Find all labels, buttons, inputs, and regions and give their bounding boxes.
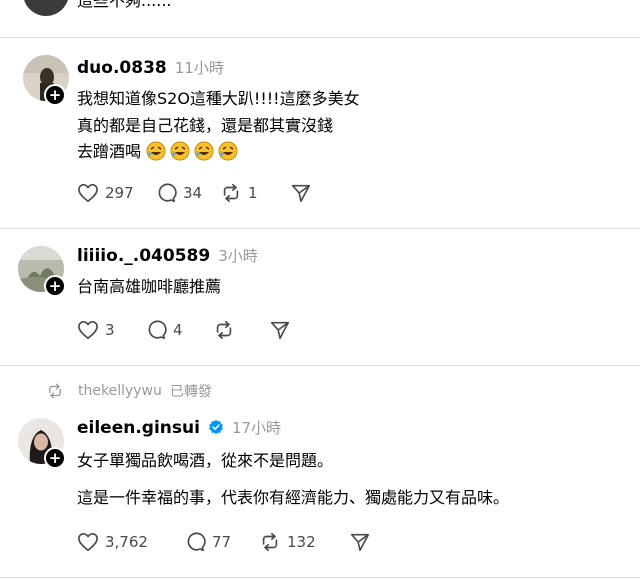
reply-button[interactable]: 34 [155,182,220,204]
divider [0,365,640,366]
post-text: 這些不夠...... [77,0,172,10]
share-icon [350,533,370,552]
like-count: 297 [105,184,134,202]
post-text-line: 真的都是自己花錢，還是都其實沒錢 [77,116,334,135]
comment-icon [148,320,167,340]
share-button[interactable] [269,319,291,341]
repost-button[interactable]: 132 [259,531,349,553]
reply-count: 4 [173,321,183,339]
like-button[interactable]: 3 [77,320,145,340]
verified-icon [208,419,223,435]
like-count: 3 [105,321,115,339]
reply-button[interactable]: 77 [184,531,259,553]
repost-icon [49,383,61,399]
heart-icon [78,321,98,339]
like-button[interactable]: 3,762 [77,532,184,552]
reply-count: 34 [183,184,203,202]
reply-count: 77 [212,533,232,551]
rolling-laugh-emoji-icon [170,141,190,161]
post-actions: 297 34 1 [77,180,312,206]
share-icon [270,321,290,340]
timestamp[interactable]: 11小時 [175,57,224,78]
divider [0,228,640,229]
username[interactable]: duo.0838 [77,58,167,78]
post-text-line: 這是一件幸福的事，代表你有經濟能力、獨處能力又有品味。 [77,488,510,507]
post-text-line: 去蹭酒喝 [77,142,142,161]
repost-username[interactable]: thekellyywu [78,383,162,399]
rolling-laugh-emoji-icon [218,141,238,161]
repost-icon [216,320,232,340]
heart-icon [78,533,98,551]
heart-icon [78,184,98,202]
follow-plus-icon[interactable]: + [44,84,66,106]
post-actions: 3,762 77 132 [77,529,371,555]
share-button[interactable] [290,182,312,204]
share-icon [291,184,311,203]
repost-icon [262,532,278,552]
repost-attribution: thekellyywu 已轉發 [46,381,212,401]
username[interactable]: liiiio._.040589 [77,246,210,266]
post-text-row: 去蹭酒喝 [77,139,242,165]
post-text-line: 台南高雄咖啡廳推薦 [77,277,222,296]
timestamp[interactable]: 17小時 [232,417,281,438]
like-button[interactable]: 297 [77,183,155,203]
comment-icon [158,183,177,203]
timestamp[interactable]: 3小時 [218,245,258,266]
comment-icon [187,532,206,552]
post-text-line: 我想知道像S2O這種大趴!!!!這麼多美女 [77,89,360,108]
share-button[interactable] [349,531,371,553]
repost-count: 132 [287,533,316,551]
repost-button[interactable]: 1 [220,182,290,204]
username[interactable]: eileen.ginsui [77,418,200,438]
rolling-laugh-emoji-icon [194,141,214,161]
rolling-laugh-emoji-icon [146,141,166,161]
repost-label: 已轉發 [169,384,212,400]
like-count: 3,762 [105,533,148,551]
repost-count: 1 [248,184,258,202]
avatar[interactable] [23,0,69,16]
post-actions: 3 4 [77,317,291,343]
reply-button[interactable]: 4 [145,319,213,341]
follow-plus-icon[interactable]: + [44,447,66,469]
emoji-group [146,141,242,161]
repost-icon [223,183,239,203]
divider [0,37,640,38]
divider [0,577,640,578]
post-text-line: 女子單獨品飲喝酒，從來不是問題。 [77,451,334,470]
follow-plus-icon[interactable]: + [44,275,66,297]
repost-button[interactable] [213,319,269,341]
